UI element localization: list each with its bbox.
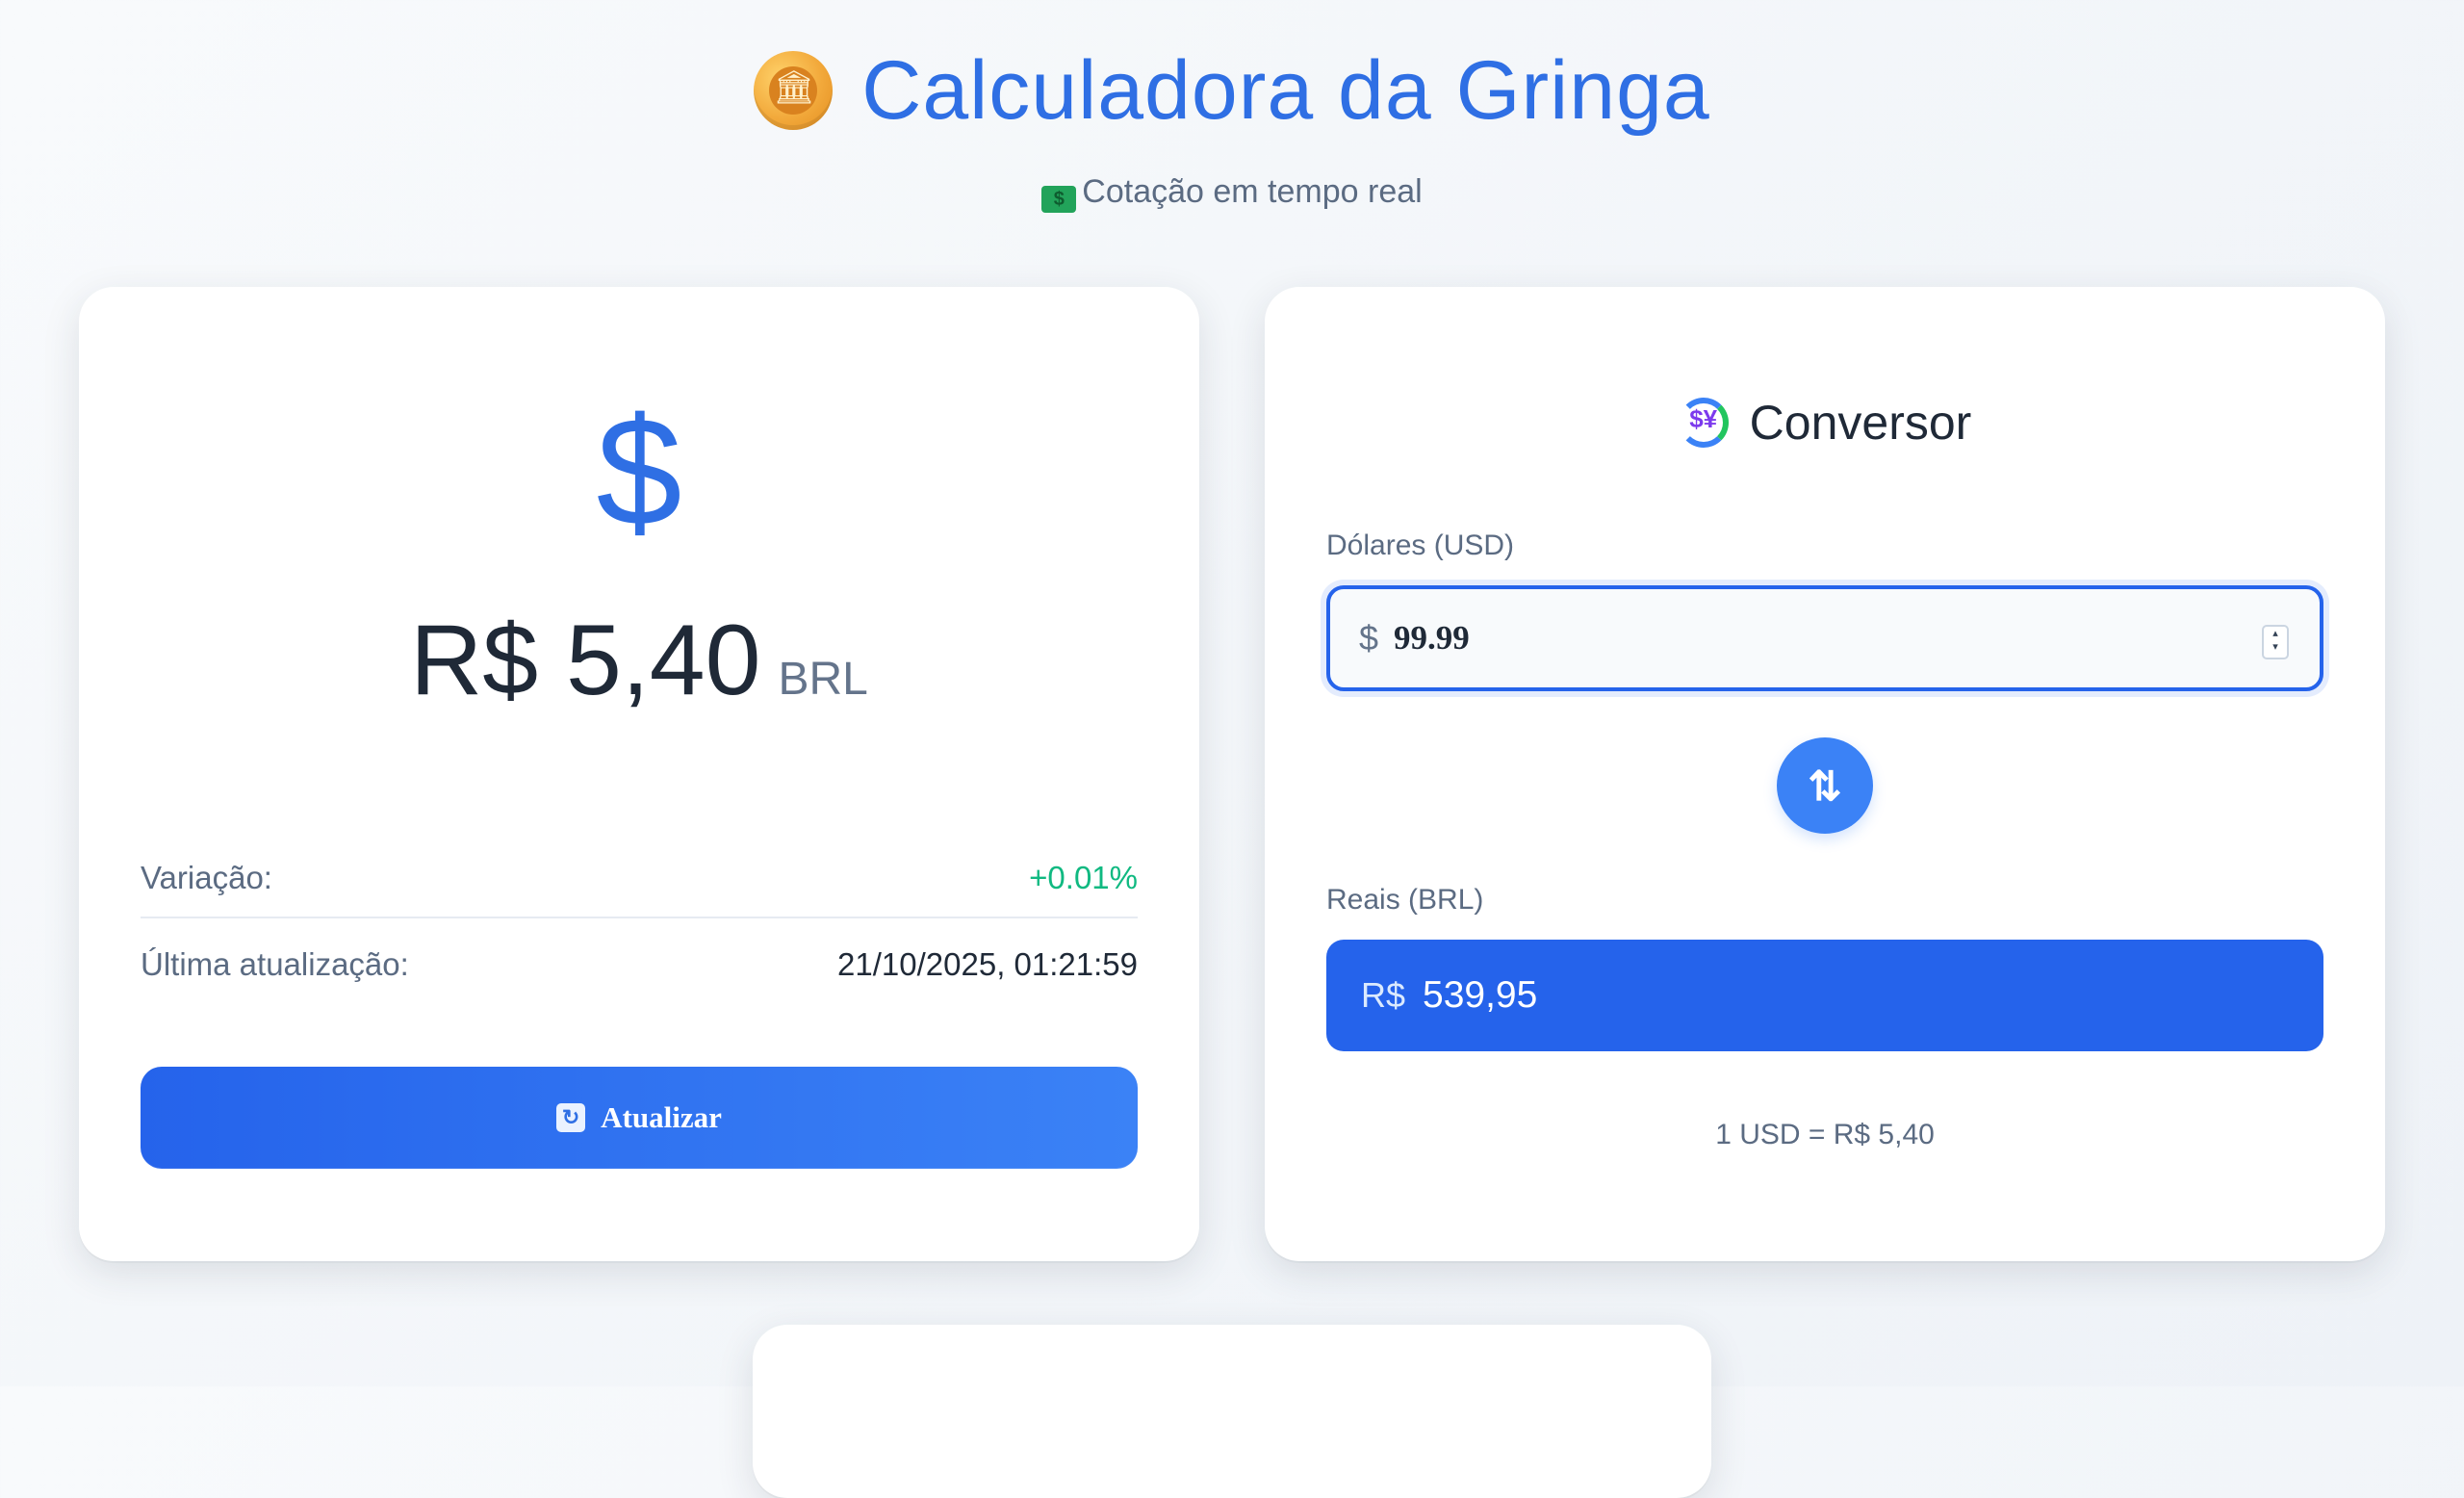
conversion-rate-note: 1 USD = R$ 5,40	[1715, 1119, 1935, 1150]
usd-prefix: $	[1359, 618, 1379, 658]
variation-row: Variação: +0.01%	[141, 839, 1138, 918]
brl-value: 539,95	[1423, 974, 1538, 1016]
subtitle: $ Cotação em tempo real	[0, 173, 2464, 213]
bottom-card	[753, 1325, 1711, 1498]
coin-bank-icon	[754, 51, 834, 130]
app-title: Calculadora da Gringa	[861, 43, 1710, 137]
exchange-rate-value: R$ 5,40	[410, 605, 761, 716]
brl-output: R$ 539,95	[1326, 940, 2323, 1051]
last-update-value: 21/10/2025, 01:21:59	[837, 946, 1138, 982]
brl-prefix: R$	[1361, 975, 1406, 1015]
number-stepper[interactable]: ▴ ▾	[2262, 625, 2289, 659]
last-update-label: Última atualização:	[141, 946, 409, 982]
converter-title-row: $¥ Conversor	[1265, 395, 2385, 451]
converter-card: $¥ Conversor Dólares (USD) $ 99.99 ▴ ▾ ⇅ …	[1265, 287, 2385, 1261]
currency-symbols-icon: $¥	[1689, 404, 1718, 433]
subtitle-text: Cotação em tempo real	[1082, 173, 1423, 210]
exchange-rate-card: $ R$ 5,40 BRL Variação: +0.01% Última atu…	[79, 287, 1199, 1261]
refresh-button[interactable]: ↻ Atualizar	[141, 1067, 1138, 1169]
app-title-row: Calculadora da Gringa	[0, 42, 2464, 139]
variation-value: +0.01%	[1029, 860, 1138, 895]
refresh-icon: ↻	[556, 1103, 586, 1132]
currency-exchange-icon: $¥	[1678, 398, 1729, 448]
exchange-rate: R$ 5,40 BRL	[79, 610, 1199, 710]
exchange-rate-currency: BRL	[778, 654, 868, 705]
last-update-row: Última atualização: 21/10/2025, 01:21:59	[141, 926, 1138, 1003]
swap-button[interactable]: ⇅	[1777, 737, 1873, 834]
usd-input[interactable]: $ 99.99 ▴ ▾	[1326, 585, 2323, 691]
money-icon: $	[1041, 186, 1077, 213]
swap-vertical-icon: ⇅	[1808, 762, 1842, 809]
dollar-symbol: $	[596, 385, 682, 557]
brl-label: Reais (BRL)	[1326, 884, 1484, 916]
usd-value[interactable]: 99.99	[1394, 619, 1470, 658]
converter-title: Conversor	[1749, 396, 1972, 450]
refresh-label: Atualizar	[601, 1100, 722, 1134]
usd-label: Dólares (USD)	[1326, 529, 1515, 561]
variation-label: Variação:	[141, 860, 272, 895]
